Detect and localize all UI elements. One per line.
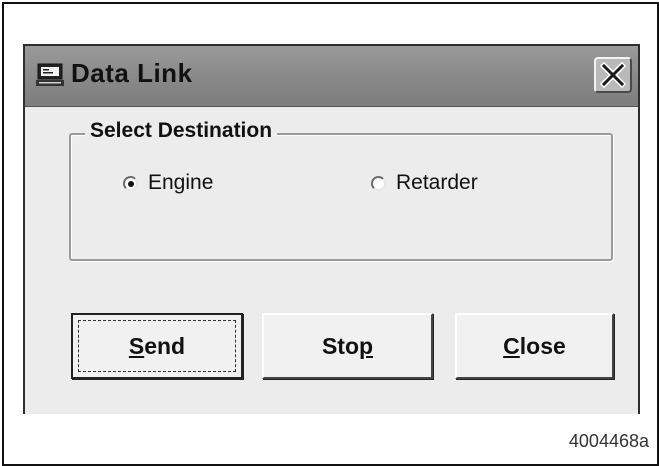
select-destination-group: Select Destination Engine Retarder <box>69 119 613 261</box>
engine-radio-option[interactable]: Engine <box>123 171 213 195</box>
dialog-client-area: Select Destination Engine Retarder Send … <box>25 108 638 414</box>
stop-button-label: Stop <box>321 332 374 359</box>
close-window-button[interactable] <box>594 57 632 93</box>
retarder-radio-option[interactable]: Retarder <box>371 171 478 195</box>
close-x-icon <box>600 62 626 88</box>
figure-frame: Data Link Select Destination Engine Reta… <box>2 2 659 466</box>
retarder-radio-label: Retarder <box>396 171 478 194</box>
title-bar[interactable]: Data Link <box>25 46 638 107</box>
data-link-dialog: Data Link Select Destination Engine Reta… <box>23 44 640 414</box>
radio-button-checked[interactable] <box>123 175 138 191</box>
stop-button[interactable]: Stop <box>262 313 433 379</box>
send-button[interactable]: Send <box>71 313 243 379</box>
focus-rectangle <box>78 320 236 372</box>
close-button-label: Close <box>503 332 566 359</box>
figure-code: 4004468a <box>568 431 649 451</box>
radio-button-unchecked[interactable] <box>371 175 386 191</box>
group-legend: Select Destination <box>85 119 278 143</box>
engine-radio-label: Engine <box>148 171 214 194</box>
window-title: Data Link <box>71 58 193 88</box>
close-button[interactable]: Close <box>455 313 614 379</box>
computer-icon <box>35 63 65 87</box>
